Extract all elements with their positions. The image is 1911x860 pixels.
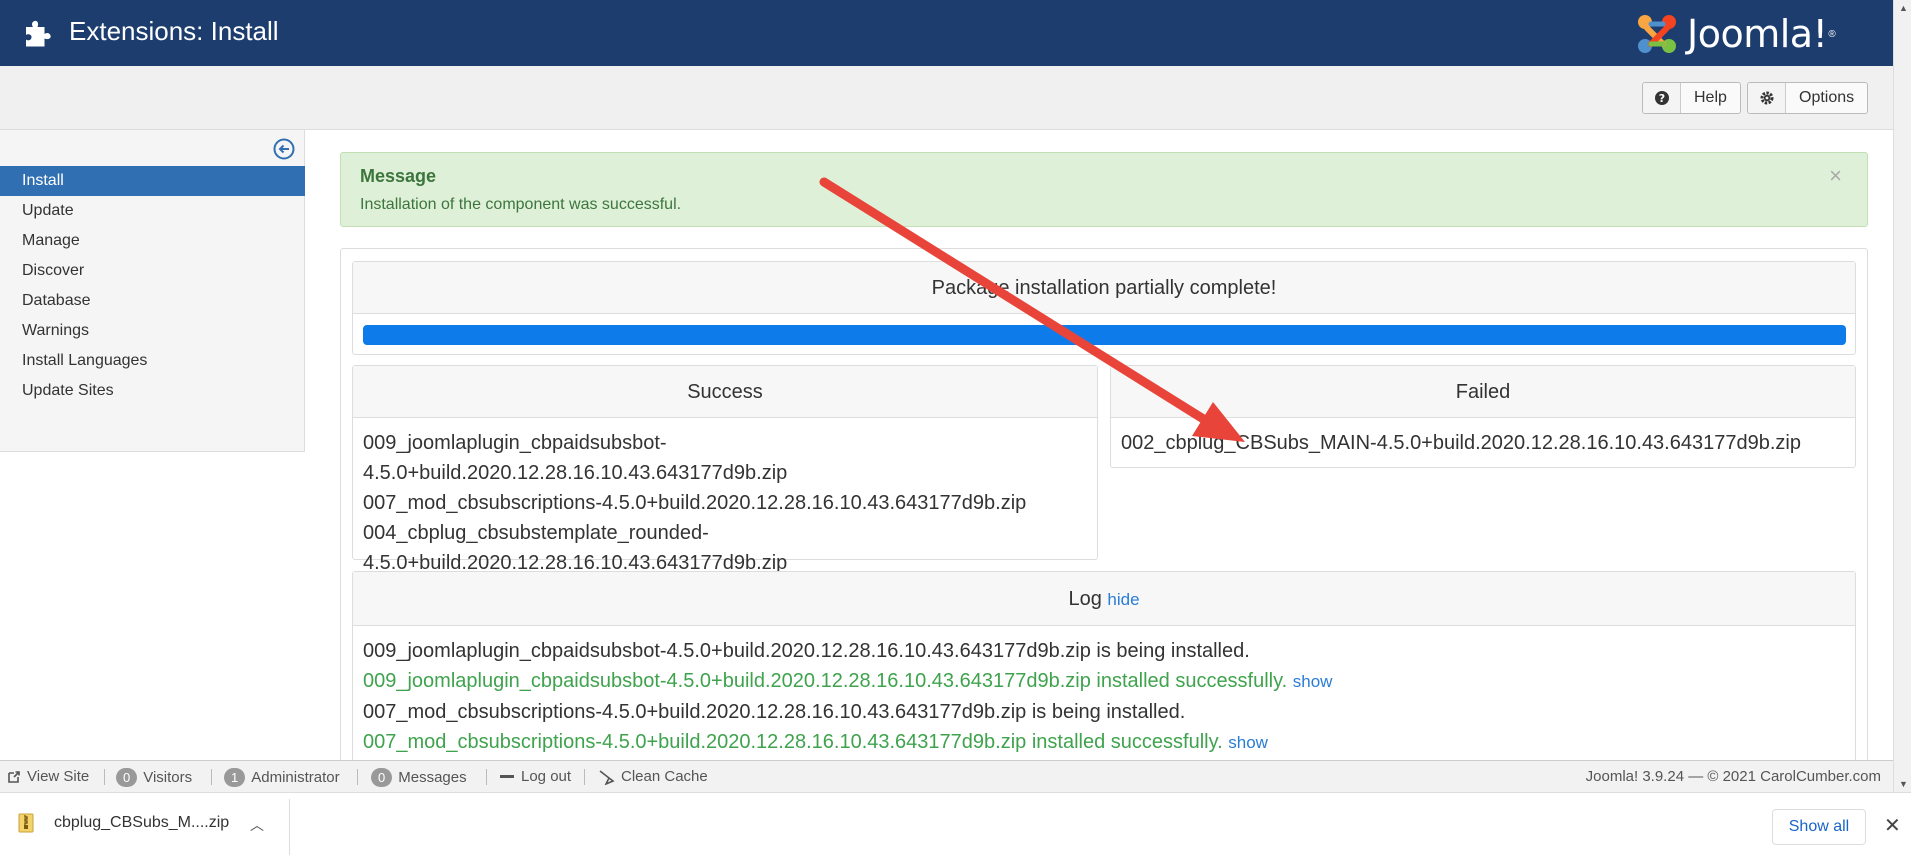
alert-heading: Message [360, 166, 437, 186]
success-title: Success [353, 366, 1097, 418]
sidebar-nav: Install Update Manage Discover Database … [0, 166, 305, 406]
progress-bar [363, 325, 1846, 345]
list-item: 002_cbplug_CBSubs_MAIN-4.5.0+build.2020.… [1121, 432, 1801, 454]
sidebar-item-warnings[interactable]: Warnings [0, 316, 305, 346]
clean-cache-link[interactable]: Clean Cache [597, 768, 708, 785]
clean-cache-label: Clean Cache [621, 768, 708, 785]
download-filename: cbplug_CBSubs_M....zip [54, 814, 230, 831]
sidebar-item-update[interactable]: Update [0, 196, 305, 226]
list-item: 004_cbplug_cbsubstemplate_rounded- [363, 522, 709, 544]
log-line: 007_mod_cbsubscriptions-4.5.0+build.2020… [363, 727, 1845, 758]
sidebar: Install Update Manage Discover Database … [0, 130, 305, 452]
log-show-link[interactable]: show [1228, 733, 1268, 752]
question-icon: ? [1643, 83, 1681, 113]
log-hide-link[interactable]: hide [1107, 590, 1139, 609]
failed-panel: Failed 002_cbplug_CBSubs_MAIN-4.5.0+buil… [1110, 365, 1856, 468]
vertical-scrollbar[interactable]: ▲ ▼ [1893, 0, 1911, 792]
collapse-sidebar-icon[interactable] [273, 138, 295, 160]
alert-message: Installation of the component was succes… [360, 196, 682, 213]
chevron-up-icon[interactable]: ︿ [250, 815, 264, 835]
visitors-link[interactable]: 0 Visitors [116, 768, 192, 787]
package-title: Package installation partially complete! [353, 262, 1855, 314]
log-title: Log [1068, 588, 1102, 610]
failed-title: Failed [1111, 366, 1855, 418]
log-lines: 009_joomlaplugin_cbpaidsubsbot-4.5.0+bui… [353, 626, 1855, 768]
admin-badge: 1 [224, 768, 246, 787]
list-item: 007_mod_cbsubscriptions-4.5.0+build.2020… [363, 492, 1027, 514]
broom-icon [599, 769, 615, 785]
options-label: Options [1799, 89, 1855, 106]
help-label: Help [1694, 89, 1727, 106]
sidebar-item-install-languages[interactable]: Install Languages [0, 346, 305, 376]
visitors-label: Visitors [143, 769, 193, 786]
zip-file-icon [18, 813, 34, 833]
success-alert: Message Installation of the component wa… [340, 152, 1868, 227]
joomla-logo[interactable]: Joomla! ® [1633, 10, 1836, 58]
toolbar: ? Help Options [0, 66, 1893, 130]
log-show-link[interactable]: show [1293, 672, 1333, 691]
package-panel: Package installation partially complete! [352, 261, 1856, 355]
svg-text:?: ? [1658, 92, 1664, 105]
show-all-button[interactable]: Show all [1772, 809, 1866, 845]
divider [357, 769, 358, 785]
scroll-down-icon[interactable]: ▼ [1899, 779, 1908, 789]
admin-label: Administrator [251, 769, 340, 786]
download-item[interactable]: cbplug_CBSubs_M....zip [18, 813, 229, 833]
download-bar: cbplug_CBSubs_M....zip ︿ Show all ✕ [0, 792, 1911, 860]
minus-icon [500, 775, 514, 778]
sidebar-item-update-sites[interactable]: Update Sites [0, 376, 305, 406]
sidebar-item-database[interactable]: Database [0, 286, 305, 316]
header-bar: Extensions: Install Joomla! ® [0, 0, 1893, 66]
logout-label: Log out [521, 768, 572, 785]
close-icon[interactable]: ✕ [1884, 813, 1901, 838]
page-title: Extensions: Install [69, 16, 279, 46]
failed-file-list: 002_cbplug_CBSubs_MAIN-4.5.0+build.2020.… [1111, 418, 1855, 468]
gear-icon [1748, 83, 1786, 113]
administrator-link[interactable]: 1 Administrator [224, 768, 340, 787]
version-info: Joomla! 3.9.24 — © 2021 CarolCumber.com [1585, 768, 1881, 785]
sidebar-item-manage[interactable]: Manage [0, 226, 305, 256]
divider [104, 769, 105, 785]
joomla-logo-icon [1638, 15, 1676, 53]
visitors-badge: 0 [116, 768, 138, 787]
log-line: 007_mod_cbsubscriptions-4.5.0+build.2020… [363, 701, 1186, 723]
success-panel: Success 009_joomlaplugin_cbpaidsubsbot-4… [352, 365, 1098, 574]
log-line: 009_joomlaplugin_cbpaidsubsbot-4.5.0+bui… [363, 666, 1845, 697]
divider [486, 769, 487, 785]
log-header: Log hide [353, 572, 1855, 626]
puzzle-icon [26, 20, 51, 47]
joomla-logo-text: Joomla! [1687, 12, 1828, 56]
divider [289, 799, 290, 855]
registered-mark: ® [1828, 28, 1836, 40]
external-link-icon [8, 770, 20, 783]
messages-link[interactable]: 0 Messages [371, 768, 467, 787]
messages-label: Messages [398, 769, 467, 786]
sidebar-item-install[interactable]: Install [0, 166, 305, 196]
view-site-label: View Site [27, 768, 90, 785]
log-line-text: 009_joomlaplugin_cbpaidsubsbot-4.5.0+bui… [363, 670, 1288, 692]
alert-close-button[interactable]: × [1829, 163, 1842, 189]
divider [584, 769, 585, 785]
scroll-up-icon[interactable]: ▲ [1899, 3, 1908, 13]
view-site-link[interactable]: View Site [7, 768, 89, 785]
log-line-text: 007_mod_cbsubscriptions-4.5.0+build.2020… [363, 731, 1223, 753]
log-line: 009_joomlaplugin_cbpaidsubsbot-4.5.0+bui… [363, 640, 1250, 662]
logout-link[interactable]: Log out [500, 768, 571, 785]
install-results: Package installation partially complete!… [340, 248, 1868, 831]
sidebar-item-discover[interactable]: Discover [0, 256, 305, 286]
options-button[interactable]: Options [1747, 82, 1869, 114]
help-button[interactable]: ? Help [1642, 82, 1741, 114]
messages-badge: 0 [371, 768, 393, 787]
status-bar: View Site 0 Visitors 1 Administrator 0 M… [0, 760, 1893, 792]
list-item: 009_joomlaplugin_cbpaidsubsbot-4.5.0+bui… [363, 432, 788, 484]
success-file-list: 009_joomlaplugin_cbpaidsubsbot-4.5.0+bui… [353, 418, 1097, 588]
divider [211, 769, 212, 785]
